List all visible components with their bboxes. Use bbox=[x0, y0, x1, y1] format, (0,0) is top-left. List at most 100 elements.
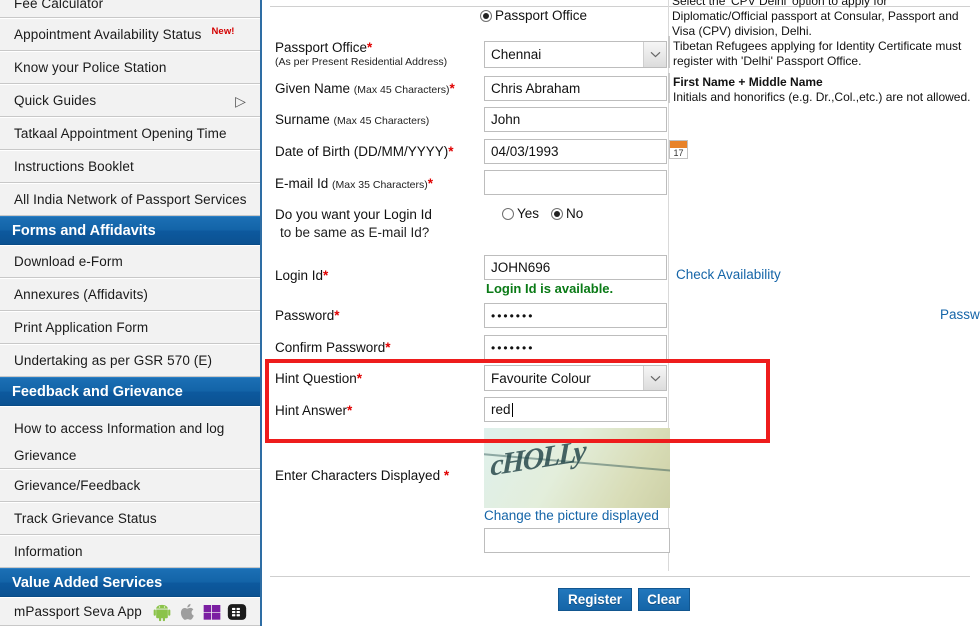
help-accent-bar bbox=[668, 73, 670, 103]
given-name-label: Given Name (Max 45 Characters)* bbox=[275, 81, 455, 96]
sidebar-item-label: Grievance/Feedback bbox=[14, 478, 141, 493]
date-of-birth-input[interactable] bbox=[484, 139, 667, 164]
required-asterisk: * bbox=[448, 144, 454, 159]
label-text: Surname bbox=[275, 112, 330, 127]
help-note-cpv: Select the 'CPV Delhi' option to apply f… bbox=[672, 0, 959, 38]
sidebar-item-appointment-availability-status[interactable]: Appointment Availability Status New! bbox=[0, 18, 260, 51]
sidebar-item-label: Quick Guides bbox=[14, 93, 97, 108]
radio-button-icon[interactable] bbox=[480, 9, 492, 22]
radio-label: No bbox=[566, 206, 584, 221]
label-text: Given Name bbox=[275, 81, 351, 96]
sidebar-item-print-application-form[interactable]: Print Application Form bbox=[0, 311, 260, 344]
radio-yes[interactable]: Yes bbox=[502, 206, 539, 221]
confirm-password-label: Confirm Password* bbox=[275, 340, 391, 355]
blackberry-icon[interactable] bbox=[227, 602, 247, 622]
captcha-input[interactable] bbox=[484, 528, 670, 553]
sidebar-header-label: Feedback and Grievance bbox=[12, 383, 183, 400]
radio-no[interactable]: No bbox=[551, 206, 583, 221]
sidebar-item-quick-guides[interactable]: Quick Guides ▷ bbox=[0, 84, 260, 117]
sidebar-item-label: Track Grievance Status bbox=[14, 511, 157, 526]
apple-icon[interactable] bbox=[177, 602, 197, 622]
login-id-input[interactable] bbox=[484, 255, 667, 280]
login-same-as-email-label: Do you want your Login Id to be same as … bbox=[275, 206, 432, 241]
bottom-divider bbox=[270, 576, 970, 577]
label-text: Password bbox=[275, 308, 335, 323]
surname-label: Surname (Max 45 Characters) bbox=[275, 112, 429, 127]
help-note-tibetan: Tibetan Refugees applying for Identity C… bbox=[673, 39, 962, 68]
sidebar-item-all-india-network-of-passport-services[interactable]: All India Network of Passport Services bbox=[0, 183, 260, 216]
sidebar-item-tatkaal-appointment-opening-time[interactable]: Tatkaal Appointment Opening Time bbox=[0, 117, 260, 150]
calendar-icon-day: 17 bbox=[673, 148, 684, 158]
radio-button-icon[interactable] bbox=[551, 207, 564, 220]
required-asterisk: * bbox=[449, 81, 455, 96]
login-id-status-message: Login Id is available. bbox=[486, 281, 614, 296]
required-asterisk: * bbox=[443, 468, 450, 483]
required-asterisk: * bbox=[427, 176, 433, 191]
label-text: Hint Answer bbox=[275, 403, 348, 418]
radio-button-icon[interactable] bbox=[502, 207, 514, 220]
required-asterisk: * bbox=[347, 403, 353, 418]
hint-answer-input[interactable]: red bbox=[484, 397, 667, 422]
text-cursor bbox=[511, 402, 513, 417]
sidebar-item-grievance-feedback[interactable]: Grievance/Feedback bbox=[0, 469, 260, 502]
required-asterisk: * bbox=[385, 340, 391, 355]
sidebar-item-information[interactable]: Information bbox=[0, 535, 260, 568]
password-policy-link[interactable]: Password Policy bbox=[940, 307, 980, 322]
radio-label: Yes bbox=[517, 206, 540, 221]
label-text-line2: to be same as E-mail Id? bbox=[280, 225, 430, 240]
passport-office-label: Passport Office* (As per Present Residen… bbox=[275, 40, 447, 68]
sidebar-item-label: Undertaking as per GSR 570 (E) bbox=[14, 353, 213, 368]
sidebar-item-know-your-police-station[interactable]: Know your Police Station bbox=[0, 51, 260, 84]
help-note-name-body: Initials and honorifics (e.g. Dr.,Col.,e… bbox=[673, 90, 971, 104]
app-store-icons bbox=[152, 602, 247, 622]
password-input[interactable] bbox=[484, 303, 667, 328]
hint-question-select[interactable]: Favourite Colour bbox=[484, 365, 667, 391]
sidebar-item-annexures-affidavits[interactable]: Annexures (Affidavits) bbox=[0, 278, 260, 311]
sidebar-item-undertaking-as-per-gsr-570[interactable]: Undertaking as per GSR 570 (E) bbox=[0, 344, 260, 377]
sidebar-item-fee-calculator[interactable]: Fee Calculator bbox=[0, 0, 260, 18]
office-type-radio-group[interactable]: Passport Office bbox=[480, 8, 587, 23]
sidebar-item-label: Annexures (Affidavits) bbox=[14, 287, 149, 302]
label-text: Date of Birth (DD/MM/YYYY) bbox=[275, 144, 449, 159]
sidebar-header-label: Value Added Services bbox=[12, 574, 163, 591]
label-hint: (Max 45 Characters) bbox=[353, 84, 450, 96]
sidebar-item-mpassport-seva-app[interactable]: mPassport Seva App bbox=[0, 597, 260, 626]
android-icon[interactable] bbox=[152, 602, 172, 622]
sidebar-item-track-grievance-status[interactable]: Track Grievance Status bbox=[0, 502, 260, 535]
login-same-as-email-radio-group[interactable]: Yes No bbox=[502, 206, 583, 221]
label-text: Enter Characters Displayed bbox=[275, 468, 441, 483]
confirm-password-input[interactable] bbox=[484, 335, 667, 360]
given-name-input[interactable] bbox=[484, 76, 667, 101]
windows-icon[interactable] bbox=[202, 602, 222, 622]
sidebar-item-label: Download e-Form bbox=[14, 254, 123, 269]
sidebar-item-download-e-form[interactable]: Download e-Form bbox=[0, 245, 260, 278]
label-text: Hint Question bbox=[275, 371, 357, 386]
passport-office-select[interactable]: Chennai bbox=[484, 41, 667, 68]
left-sidebar-navigation: Fee Calculator Appointment Availability … bbox=[0, 0, 262, 626]
change-captcha-link[interactable]: Change the picture displayed bbox=[484, 508, 659, 523]
email-input[interactable] bbox=[484, 170, 667, 195]
calendar-icon[interactable]: 17 bbox=[669, 140, 688, 159]
registration-form-panel: Passport Office Passport Office* (As per… bbox=[262, 0, 980, 626]
sidebar-item-instructions-booklet[interactable]: Instructions Booklet bbox=[0, 150, 260, 183]
login-id-label: Login Id* bbox=[275, 268, 328, 283]
clear-button[interactable]: Clear bbox=[638, 588, 690, 611]
help-note-name-title: First Name + Middle Name bbox=[673, 75, 823, 89]
check-availability-link[interactable]: Check Availability bbox=[676, 267, 781, 282]
hint-answer-label: Hint Answer* bbox=[275, 403, 352, 418]
required-asterisk: * bbox=[323, 268, 329, 283]
sidebar-item-how-to-access-information-and-log-grievance[interactable]: How to access Information and log Grieva… bbox=[0, 406, 260, 469]
sidebar-item-label: Print Application Form bbox=[14, 320, 149, 335]
sidebar-item-label: Fee Calculator bbox=[14, 0, 104, 11]
chevron-down-icon[interactable] bbox=[643, 366, 666, 390]
required-asterisk: * bbox=[367, 40, 373, 55]
sidebar-item-label: mPassport Seva App bbox=[14, 604, 142, 619]
registration-page: Fee Calculator Appointment Availability … bbox=[0, 0, 980, 626]
captcha-image: cHOLLy bbox=[484, 428, 670, 508]
sidebar-header-value-added-services: Value Added Services bbox=[0, 568, 260, 597]
radio-passport-office[interactable]: Passport Office bbox=[480, 8, 587, 23]
chevron-down-icon[interactable] bbox=[643, 42, 666, 67]
surname-input[interactable] bbox=[484, 107, 667, 132]
new-badge: New! bbox=[211, 26, 235, 37]
register-button[interactable]: Register bbox=[558, 588, 632, 611]
